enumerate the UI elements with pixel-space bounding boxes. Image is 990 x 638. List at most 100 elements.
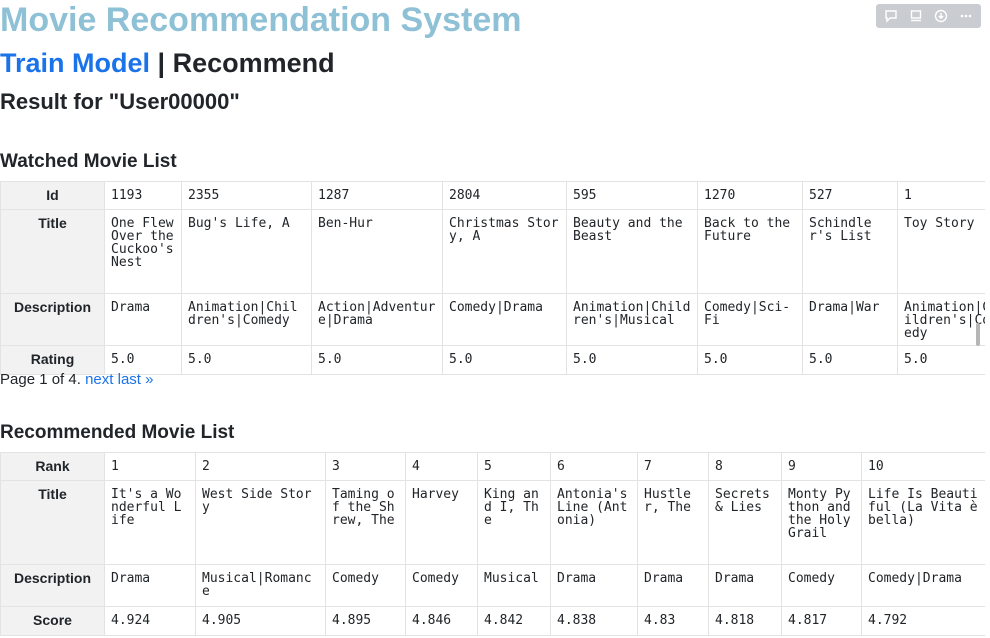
download-icon[interactable] [930,6,952,26]
table-cell: 5.0 [697,345,803,375]
table-cell: 5.0 [566,345,698,375]
table-cell: Drama [104,564,196,607]
table-cell: 5.0 [802,345,898,375]
table-cell: Harvey [405,480,478,565]
table-cell: Antonia's Line (Antonia) [550,480,638,565]
table-cell: Animation|Children's|Comedy [181,293,312,346]
table-cell: Drama [104,293,182,346]
table-cell: 1 [897,181,985,210]
table-cell: 5 [477,452,551,481]
table-cell: Beauty and the Beast [566,209,698,294]
watched-table-container: Id 1193 2355 1287 2804 595 1270 527 1 Ti… [0,181,985,375]
table-cell: 10 [861,452,985,481]
table-cell: 4.818 [708,606,782,636]
table-cell: Drama|War [802,293,898,346]
recommended-movie-table: Rank 1 2 3 4 5 6 7 8 9 10 Title It's a W… [0,452,985,636]
row-header-id: Id [0,181,105,210]
table-row: Description Drama Animation|Children's|C… [0,293,985,346]
table-row: Title It's a Wonderful Life West Side St… [0,480,985,565]
table-cell: Comedy [325,564,406,607]
table-cell: 3 [325,452,406,481]
table-row: Score 4.924 4.905 4.895 4.846 4.842 4.83… [0,606,985,636]
table-cell: Comedy [781,564,862,607]
table-cell: King and I, The [477,480,551,565]
table-cell: 2804 [442,181,567,210]
recommended-section-title: Recommended Movie List [0,422,235,443]
train-model-link[interactable]: Train Model [0,48,150,78]
table-cell: 4.792 [861,606,985,636]
table-cell: Monty Python and the Holy Grail [781,480,862,565]
table-cell: 5.0 [181,345,312,375]
table-cell: Taming of the Shrew, The [325,480,406,565]
result-heading: Result for "User00000" [0,89,240,114]
last-page-link[interactable]: last » [118,371,154,388]
nav-bar: Train Model | Recommend [0,46,335,80]
table-cell: Musical [477,564,551,607]
table-cell: 4.846 [405,606,478,636]
nav-separator: | [157,48,166,78]
table-cell: Comedy|Drama [442,293,567,346]
row-header-title: Title [0,209,105,294]
comment-icon[interactable] [880,6,902,26]
row-header-description: Description [0,293,105,346]
table-cell: 4.905 [195,606,326,636]
table-row: Id 1193 2355 1287 2804 595 1270 527 1 [0,181,985,210]
table-cell: Back to the Future [697,209,803,294]
row-header-description: Description [0,564,105,607]
table-cell: Animation|Children's|Musical [566,293,698,346]
table-cell: Comedy|Drama [861,564,985,607]
table-cell: 4.924 [104,606,196,636]
row-header-rank: Rank [0,452,105,481]
next-page-link[interactable]: next [85,371,113,388]
table-cell: Christmas Story, A [442,209,567,294]
table-cell: Drama [637,564,709,607]
table-cell: 9 [781,452,862,481]
watched-movie-table: Id 1193 2355 1287 2804 595 1270 527 1 Ti… [0,181,985,375]
table-cell: Drama [550,564,638,607]
table-cell: 4.817 [781,606,862,636]
table-cell: 2 [195,452,326,481]
row-header-score: Score [0,606,105,636]
table-cell: 1270 [697,181,803,210]
table-cell: Secrets & Lies [708,480,782,565]
table-cell: Life Is Beautiful (La Vita è bella) [861,480,985,565]
table-cell: 8 [708,452,782,481]
horizontal-scrollbar[interactable] [976,323,980,346]
cell-toolbar [876,4,981,28]
table-cell: Animation|Children's|Comedy [897,293,985,346]
table-cell: 1 [104,452,196,481]
table-cell: 4.83 [637,606,709,636]
pagination: Page 1 of 4. next last » [0,370,153,390]
table-cell: Musical|Romance [195,564,326,607]
recommended-table-container: Rank 1 2 3 4 5 6 7 8 9 10 Title It's a W… [0,452,985,636]
table-cell: One Flew Over the Cuckoo's Nest [104,209,182,294]
page-indicator: Page 1 of 4. [0,371,81,388]
app-title: Movie Recommendation System [0,1,522,39]
table-cell: 1193 [104,181,182,210]
table-cell: West Side Story [195,480,326,565]
row-header-title: Title [0,480,105,565]
table-row: Rank 1 2 3 4 5 6 7 8 9 10 [0,452,985,481]
table-cell: 595 [566,181,698,210]
table-cell: 527 [802,181,898,210]
table-cell: Bug's Life, A [181,209,312,294]
pin-icon[interactable] [905,6,927,26]
table-cell: Hustler, The [637,480,709,565]
table-cell: Schindler's List [802,209,898,294]
table-cell: Ben-Hur [311,209,443,294]
table-cell: 1287 [311,181,443,210]
table-cell: 4.842 [477,606,551,636]
table-cell: 2355 [181,181,312,210]
table-cell: 4 [405,452,478,481]
table-cell: 7 [637,452,709,481]
recommend-label: Recommend [172,48,335,78]
table-cell: Comedy [405,564,478,607]
table-cell: Toy Story [897,209,985,294]
table-row: Description Drama Musical|Romance Comedy… [0,564,985,607]
table-cell: Action|Adventure|Drama [311,293,443,346]
table-cell: 4.895 [325,606,406,636]
table-cell: Drama [708,564,782,607]
table-cell: 5.0 [897,345,985,375]
more-icon[interactable] [955,6,977,26]
table-row: Title One Flew Over the Cuckoo's Nest Bu… [0,209,985,294]
